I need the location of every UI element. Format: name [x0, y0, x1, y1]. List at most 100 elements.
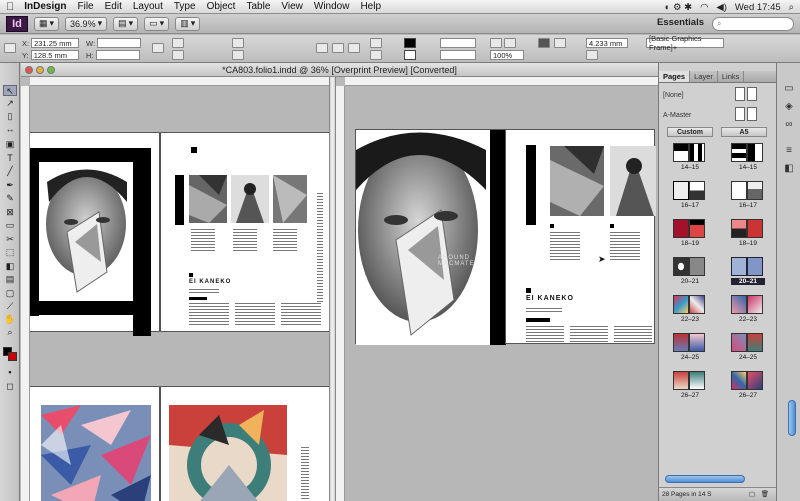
scissors-tool-icon[interactable]: ✂	[3, 234, 17, 245]
rectangle-tool-icon[interactable]: ▭	[3, 220, 17, 231]
view-mode-icon[interactable]: ◻	[3, 381, 17, 392]
screen-mode-button[interactable]: ▭ ▾	[144, 16, 170, 31]
eyedropper-tool-icon[interactable]: ⟋	[3, 301, 17, 312]
width-field[interactable]: W:	[86, 38, 142, 48]
lower-spread-right-page[interactable]	[160, 386, 329, 501]
volume-icon[interactable]: ◀)	[716, 2, 726, 13]
spread-right-page[interactable]: EI KANEKO	[160, 132, 329, 332]
fit-content-icon[interactable]	[504, 38, 516, 48]
spread-20-21[interactable]	[673, 257, 705, 276]
spread-22-23-alt[interactable]	[731, 295, 763, 314]
shear-icon[interactable]	[232, 50, 244, 60]
zoomed-right-page[interactable]: ➤ EI KANEKO	[505, 129, 656, 344]
opacity-field[interactable]: 100%	[490, 50, 524, 60]
tab-layers[interactable]: Layer	[690, 71, 718, 82]
gap-tool-icon[interactable]: ↔	[3, 124, 17, 135]
pen-tool-icon[interactable]: ✒	[3, 180, 17, 191]
page-tool-icon[interactable]: ▯	[3, 111, 17, 122]
vertical-ruler-right[interactable]	[336, 86, 345, 501]
fill-stroke-icon[interactable]	[3, 347, 17, 361]
lower-spread-left-page[interactable]	[30, 386, 160, 501]
spread-22-23[interactable]	[673, 295, 705, 314]
free-transform-tool-icon[interactable]: ⬚	[3, 247, 17, 258]
zoom-level-select[interactable]: 36.9% ▾	[65, 16, 108, 31]
spread-24-25-alt[interactable]	[731, 333, 763, 352]
page-size-custom[interactable]: Custom	[667, 127, 713, 137]
layers-icon[interactable]: ◈	[783, 101, 795, 113]
search-input[interactable]: ⌕	[712, 17, 794, 31]
stroke-weight-field[interactable]	[440, 38, 476, 48]
direct-selection-tool-icon[interactable]: ↗	[3, 98, 17, 109]
status-icons-icon[interactable]: ◐ ⚙ ✱	[665, 2, 693, 13]
menu-layout[interactable]: Layout	[133, 1, 163, 12]
menu-edit[interactable]: Edit	[105, 1, 122, 12]
content-collector-icon[interactable]: ▣	[3, 139, 17, 150]
note-tool-icon[interactable]: ▢	[3, 288, 17, 299]
pages-icon[interactable]: ▭	[783, 83, 795, 95]
apply-color-icon[interactable]: ▪	[3, 367, 17, 378]
spread-16-17-alt[interactable]	[731, 181, 763, 200]
menu-table[interactable]: Table	[246, 1, 270, 12]
view-options-button[interactable]: ▤ ▾	[113, 16, 139, 31]
pages-panel-scrollbar[interactable]	[665, 475, 745, 483]
tab-pages[interactable]: Pages	[659, 71, 691, 82]
type-tool-icon[interactable]: T	[3, 153, 17, 164]
rectangle-frame-tool-icon[interactable]: ⊠	[3, 207, 17, 218]
gradient-tool-icon[interactable]: ◧	[3, 261, 17, 272]
flip-icon[interactable]	[332, 43, 344, 53]
y-position-field[interactable]: Y: 128.5 mm	[22, 50, 79, 60]
swatches-icon[interactable]: ◧	[783, 163, 795, 175]
rotate-icon[interactable]	[232, 38, 244, 48]
zoom-window-icon[interactable]	[47, 66, 55, 74]
menu-file[interactable]: File	[77, 1, 93, 12]
page-size-a5[interactable]: A5	[721, 127, 767, 137]
menu-window[interactable]: Window	[314, 1, 350, 12]
bridge-button[interactable]: ▦ ▾	[34, 16, 60, 31]
horizontal-ruler-right[interactable]	[345, 77, 658, 86]
spread-left-page[interactable]	[30, 132, 160, 336]
pencil-tool-icon[interactable]: ✎	[3, 193, 17, 204]
spread-26-27-alt[interactable]	[731, 371, 763, 390]
spread-24-25[interactable]	[673, 333, 705, 352]
delete-page-icon[interactable]: 🗑	[761, 488, 769, 501]
horizontal-ruler-left[interactable]	[30, 77, 329, 86]
reference-point-icon[interactable]	[4, 43, 16, 53]
new-page-icon[interactable]: ▢	[749, 488, 755, 501]
menu-view[interactable]: View	[281, 1, 303, 12]
spread-14-15-alt[interactable]	[731, 143, 763, 162]
menu-indesign[interactable]: InDesign	[24, 1, 66, 12]
links-icon[interactable]: ∞	[783, 119, 795, 131]
stroke-offset-field[interactable]: 4.233 mm	[586, 38, 628, 48]
stroke-icon[interactable]: ≡	[783, 145, 795, 157]
gradient-feather-tool-icon[interactable]: ▤	[3, 274, 17, 285]
menu-help[interactable]: Help	[360, 1, 381, 12]
spread-20-21-selected[interactable]	[731, 257, 763, 276]
spread-16-17[interactable]	[673, 181, 705, 200]
scale-y-icon[interactable]	[172, 50, 184, 60]
hand-tool-icon[interactable]: ✋	[3, 314, 17, 325]
x-position-field[interactable]: X: 231.25 mm	[22, 38, 80, 48]
master-a[interactable]: A-Master	[663, 112, 691, 119]
wrap-icon[interactable]	[538, 38, 550, 48]
workspace-switcher[interactable]: Essentials	[657, 17, 704, 28]
minimize-window-icon[interactable]	[36, 66, 44, 74]
fitting-icon[interactable]	[490, 38, 502, 48]
fill-swatch[interactable]	[404, 38, 416, 48]
zoomed-left-page[interactable]: AROUND MACMATE	[355, 129, 506, 345]
arrange-documents-button[interactable]: ▥ ▾	[175, 16, 201, 31]
spotlight-search-icon[interactable]: ⌕	[789, 2, 794, 13]
select-container-icon[interactable]	[370, 38, 382, 48]
vertical-ruler-left[interactable]	[21, 86, 30, 501]
menu-object[interactable]: Object	[207, 1, 236, 12]
spread-26-27[interactable]	[673, 371, 705, 390]
dock-scrollbar[interactable]	[788, 400, 796, 436]
select-content-icon[interactable]	[370, 50, 382, 60]
right-view-pasteboard[interactable]: AROUND MACMATE ➤ EI KANEKO	[345, 86, 658, 501]
scale-x-icon[interactable]	[172, 38, 184, 48]
corner-icon[interactable]	[586, 50, 598, 60]
split-view-divider[interactable]	[329, 77, 336, 501]
spread-18-19[interactable]	[673, 219, 705, 238]
object-style-select[interactable]: [Basic Graphics Frame]+	[646, 34, 724, 52]
stroke-type-field[interactable]	[440, 50, 476, 60]
p-icon[interactable]	[348, 43, 360, 53]
